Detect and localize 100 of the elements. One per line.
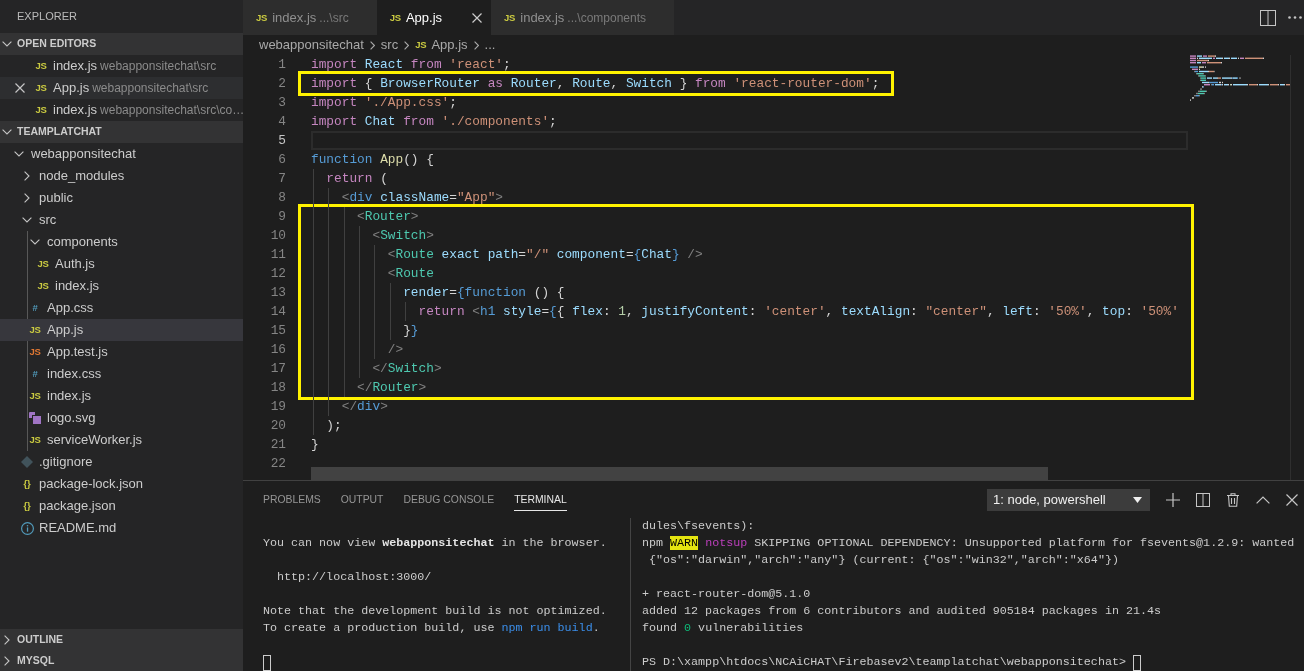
line-number: 10 [269,227,286,245]
breadcrumb-item[interactable]: webapponsitechat [259,35,364,55]
diamond-file-icon [21,456,33,468]
terminal-line: added 12 packages from 6 contributors and audited 905184 packages in 21.4s [642,603,1162,620]
chevron-right-icon[interactable] [4,655,10,666]
open-editor-item[interactable]: JS index.js webapponsitechat\src [0,55,243,77]
chevron-down-icon[interactable] [14,151,24,157]
editor-tab[interactable]: JS index.js ...\components [491,0,675,35]
folder-item[interactable]: public [0,187,243,209]
plus-icon[interactable] [1166,492,1180,507]
minimap-drawing[interactable] [1190,55,1290,104]
line-number: 9 [277,208,286,226]
panel-tab[interactable]: TERMINAL [514,487,567,512]
file-item[interactable]: JS Auth.js [0,253,243,275]
close-icon[interactable] [1286,493,1298,506]
panel-tab[interactable]: DEBUG CONSOLE [403,487,495,512]
chevron-right-icon [369,40,375,50]
panel-tab[interactable]: OUTPUT [340,487,384,512]
braces-file-icon: {} [23,479,31,489]
file-item[interactable]: .gitignore [0,451,243,473]
chevron-right-icon[interactable] [4,634,10,645]
folder-item[interactable]: src [0,209,243,231]
js-file-icon: JS [29,391,41,401]
code-line: import './App.css'; [311,94,458,112]
line-number: 4 [277,113,286,131]
close-icon[interactable] [15,83,25,93]
file-item[interactable]: README.md [0,517,243,539]
panel-tab[interactable]: PROBLEMS [263,487,321,512]
section-header[interactable]: OUTLINE [0,629,243,650]
folder-item[interactable]: webapponsitechat [0,143,243,165]
code-line: ); [311,416,1188,435]
terminal-select[interactable]: 1: node, powershell [987,488,1150,511]
section-header[interactable]: OPEN EDITORS [0,33,243,55]
caret-icon [1133,496,1142,503]
open-editor-item[interactable]: JS index.js webapponsitechat\src\co… [0,99,243,121]
terminal-line: You can now view webapponsitechat in the browser. [263,535,608,552]
more-icon[interactable] [1288,16,1302,19]
section-header[interactable]: MYSQL [0,650,243,671]
line-number: 6 [277,151,286,169]
editor-tab[interactable]: JS index.js ...\src [243,0,377,35]
chevron-right-icon[interactable] [24,171,30,181]
chevron-down-icon[interactable] [2,41,12,47]
file-item[interactable]: logo.svg [0,407,243,429]
line-number: 18 [269,379,286,397]
file-item[interactable]: JS serviceWorker.js [0,429,243,451]
code-line: <Route [311,264,1179,283]
file-item[interactable]: JS App.test.js [0,341,243,363]
line-number: 1 [277,56,286,74]
file-item[interactable]: {} package-lock.json [0,473,243,495]
js-file-icon: JS [35,61,47,71]
line-number: 17 [269,360,286,378]
terminal-line: http://localhost:3000/ [276,569,433,586]
info-icon [20,521,34,535]
code-line: import React from 'react'; [311,56,512,74]
scrollbar-thumb[interactable] [311,467,1048,480]
file-item[interactable]: {} package.json [0,495,243,517]
code-line: </Switch> [311,359,1179,378]
line-number: 19 [269,398,286,416]
code-line: </Router> [311,378,1179,397]
chevron-up-icon[interactable] [1256,495,1270,504]
folder-item[interactable]: node_modules [0,165,243,187]
terminal-line: found 0 vulnerabilities [642,620,805,637]
chevron-right-icon[interactable] [24,193,30,203]
line-number: 15 [269,322,286,340]
file-item[interactable]: JS index.js [0,275,243,297]
chevron-down-icon[interactable] [30,239,40,245]
line-number: 16 [269,341,286,359]
breadcrumb-item[interactable]: ... [484,35,496,55]
chevron-down-icon[interactable] [22,217,32,223]
terminal-line: To create a production build, use npm run build. [263,620,601,637]
close-icon[interactable] [472,12,483,23]
trash-icon[interactable] [1226,492,1240,507]
file-item[interactable]: JS App.js [0,319,243,341]
split-icon[interactable] [1196,492,1210,507]
js-file-icon: JS [389,12,401,23]
line-number: 3 [277,94,286,112]
breadcrumb-item[interactable]: JS App.js [415,35,468,55]
editor-tab[interactable]: JS App.js [376,0,492,35]
split-icon[interactable] [1260,9,1276,26]
js-file-icon: JS [29,325,41,335]
js-file-icon: JS [256,12,268,23]
chevron-down-icon[interactable] [2,129,12,135]
code-line: <Router> [311,207,1179,226]
hash-file-icon: # [32,303,38,313]
js-file-icon: JS [504,12,516,23]
section-header[interactable]: TEAMPLATCHAT [0,121,243,143]
code-line: <Route exact path="/" component={Chat} /> [311,245,1179,264]
braces-file-icon: {} [23,501,31,511]
breadcrumb-item[interactable]: src [380,35,399,55]
open-editor-item[interactable]: JS App.js webapponsitechat\src [0,77,243,99]
file-item[interactable]: JS index.js [0,385,243,407]
folder-item[interactable]: components [0,231,243,253]
code-line: <div className="App"> [311,188,1188,207]
js-file-icon: JS [35,83,47,93]
code-line: import { BrowserRouter as Router, Route, Switch } from 'react-router-dom'; [311,75,880,93]
file-item[interactable]: # App.css [0,297,243,319]
terminal-prompt: PS D:\xampp\htdocs\NCAiCHAT\Firebasev2\teamplatchat\webapponsitechat> [642,654,1126,671]
code-line: </div> [311,397,1188,416]
file-item[interactable]: # index.css [0,363,243,385]
code-line: /> [311,340,1179,359]
